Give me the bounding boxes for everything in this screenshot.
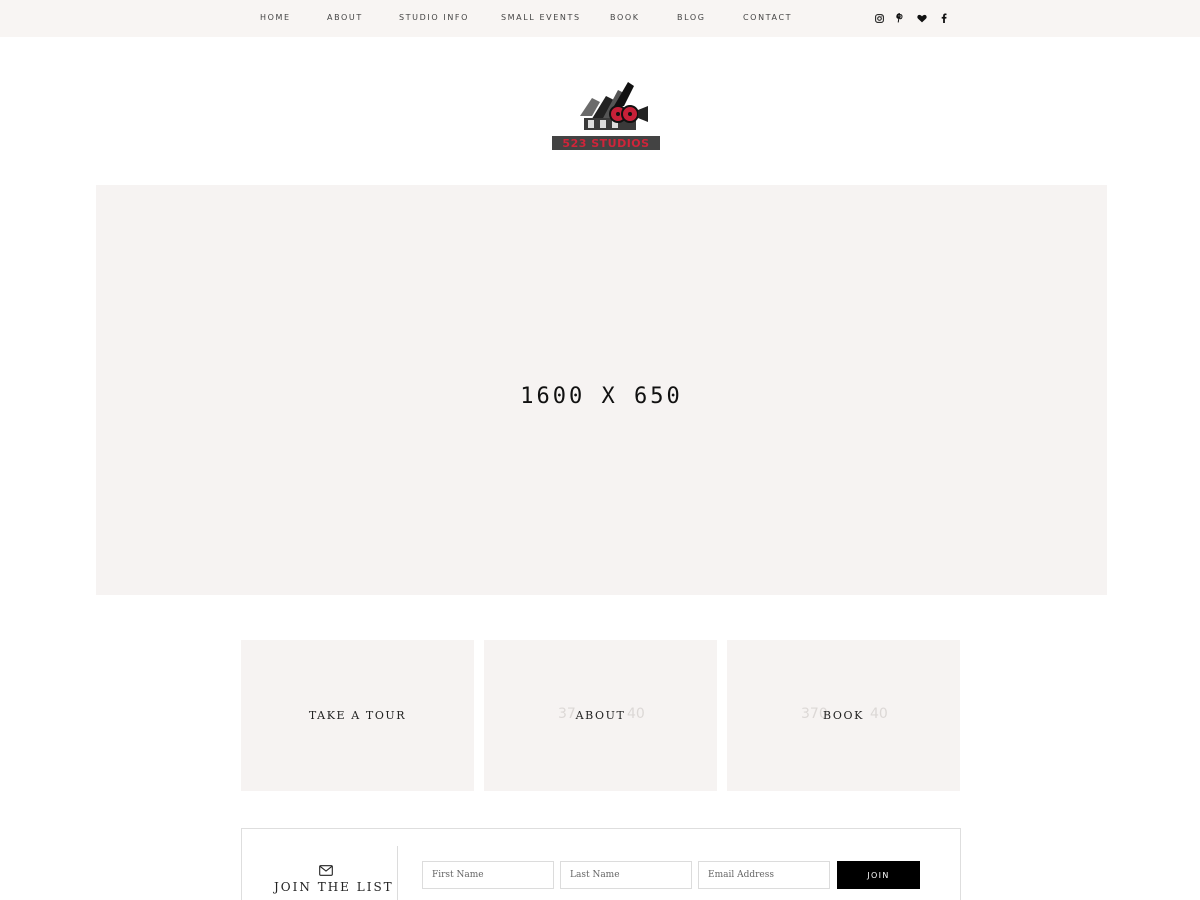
nav-item-studio-info[interactable]: STUDIO INFO: [399, 13, 469, 22]
nav-item-book[interactable]: BOOK: [610, 13, 640, 22]
hero-placeholder-text: 1600 X 650: [520, 383, 683, 409]
heart-icon[interactable]: [916, 12, 928, 24]
join-button[interactable]: JOIN: [837, 861, 920, 889]
divider: [397, 846, 398, 900]
tile-label: TAKE A TOUR: [308, 709, 407, 722]
tile-book[interactable]: 370 40 BOOK: [727, 640, 960, 791]
pinterest-icon[interactable]: [894, 12, 906, 24]
nav-item-contact[interactable]: CONTACT: [743, 13, 792, 22]
join-title: JOIN THE LIST: [274, 880, 394, 894]
site-logo[interactable]: 523 STUDIOS: [548, 74, 664, 156]
hero-image-placeholder: 1600 X 650: [96, 185, 1107, 595]
nav-item-small-events[interactable]: SMALL EVENTS: [501, 13, 581, 22]
envelope-icon: [319, 861, 333, 876]
tile-take-a-tour[interactable]: TAKE A TOUR: [241, 640, 474, 791]
tile-placeholder-ghost-left: 37: [558, 706, 576, 722]
instagram-icon[interactable]: [873, 12, 885, 24]
nav-item-about[interactable]: ABOUT: [327, 13, 363, 22]
facebook-icon[interactable]: [938, 12, 950, 24]
nav-item-blog[interactable]: BLOG: [677, 13, 706, 22]
email-field[interactable]: [698, 861, 830, 889]
newsletter-signup: JOIN THE LIST JOIN: [241, 828, 961, 900]
tile-label: ABOUT: [575, 709, 626, 722]
tile-label: BOOK: [823, 709, 864, 722]
top-navigation-bar: HOME ABOUT STUDIO INFO SMALL EVENTS BOOK…: [0, 0, 1200, 37]
last-name-field[interactable]: [560, 861, 692, 889]
nav-item-home[interactable]: HOME: [260, 13, 291, 22]
tile-placeholder-ghost-right: 40: [627, 706, 645, 722]
tile-about[interactable]: 37 40 ABOUT: [484, 640, 717, 791]
tile-placeholder-ghost-right: 40: [870, 706, 888, 722]
logo-text: 523 STUDIOS: [562, 137, 649, 150]
first-name-field[interactable]: [422, 861, 554, 889]
